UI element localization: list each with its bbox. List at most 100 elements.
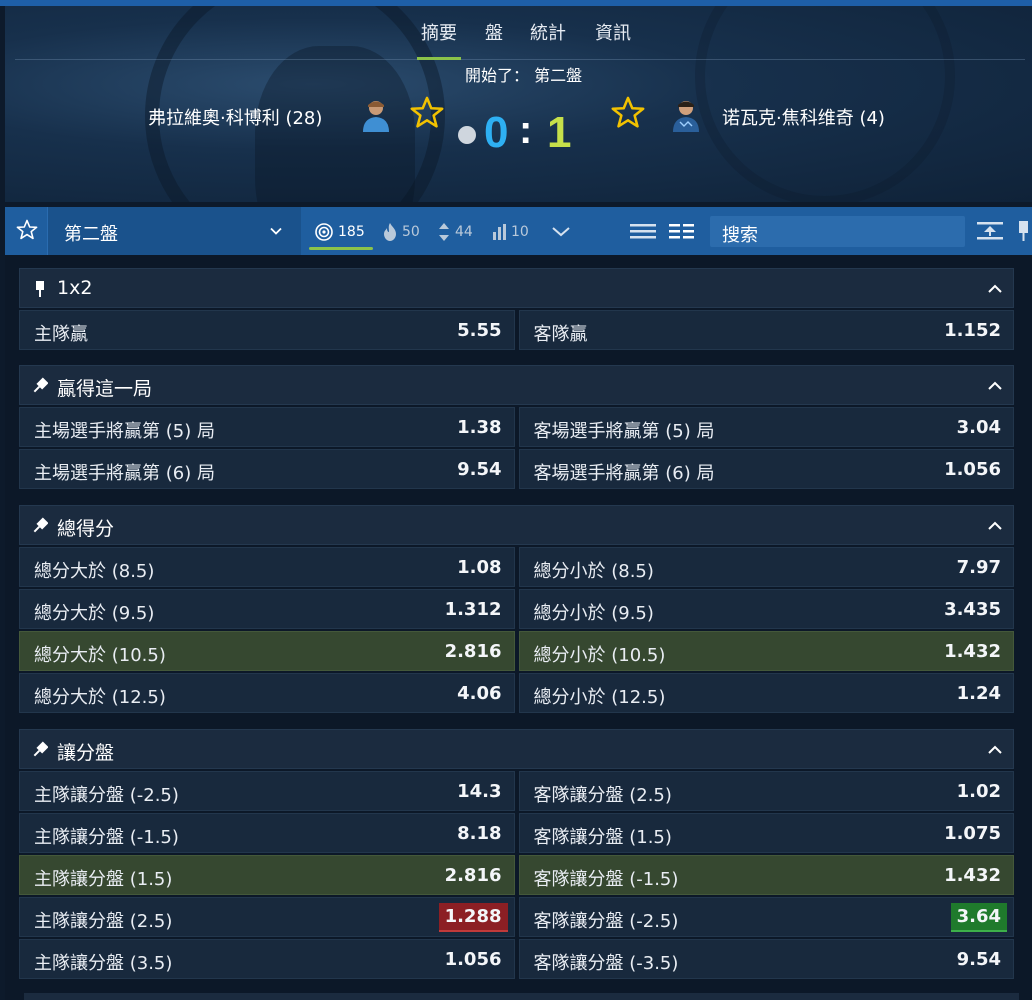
selection-label: 客隊贏 bbox=[533, 324, 588, 345]
odds-row: 主隊贏 5.55 客隊贏 1.152 bbox=[19, 308, 1014, 350]
pin-icon[interactable] bbox=[1015, 219, 1032, 243]
collapse-all-icon[interactable] bbox=[975, 219, 1005, 243]
pin-angled-icon[interactable] bbox=[32, 517, 48, 535]
tab-summary[interactable]: 摘要 bbox=[417, 24, 461, 60]
filter-popular[interactable]: 50 bbox=[382, 221, 420, 243]
odds-value-raised: 3.64 bbox=[950, 903, 1007, 932]
odds-row: 主場選手將贏第 (5) 局 1.38 客場選手將贏第 (5) 局 3.04 bbox=[19, 405, 1014, 447]
pin-angled-icon[interactable] bbox=[32, 377, 48, 395]
odds-cell[interactable]: 總分大於 (12.5) 4.06 bbox=[19, 673, 515, 713]
odds-cell[interactable]: 總分小於 (12.5) 1.24 bbox=[518, 673, 1014, 713]
list-view-icon[interactable] bbox=[628, 219, 658, 243]
odds-value: 4.06 bbox=[457, 683, 502, 704]
odds-value: 1.075 bbox=[944, 823, 1001, 844]
away-player-name: 诺瓦克·焦科维奇 (4) bbox=[722, 108, 885, 129]
target-icon bbox=[315, 223, 333, 241]
odds-cell[interactable]: 客隊讓分盤 (-2.5) 3.64 bbox=[518, 897, 1014, 937]
odds-cell[interactable]: 客隊贏 1.152 bbox=[518, 310, 1014, 350]
match-tabs: 摘要 盤 統計 資訊 bbox=[15, 24, 1025, 60]
selection-label: 總分大於 (8.5) bbox=[34, 561, 155, 582]
odds-cell[interactable]: 主場選手將贏第 (5) 局 1.38 bbox=[19, 407, 515, 447]
odds-cell[interactable]: 總分大於 (10.5) 2.816 bbox=[19, 631, 515, 671]
odds-value: 1.056 bbox=[444, 949, 502, 970]
odds-cell[interactable]: 總分大於 (8.5) 1.08 bbox=[19, 547, 515, 587]
market-header[interactable]: 贏得這一局 bbox=[19, 365, 1014, 405]
selection-label: 主隊讓分盤 (-1.5) bbox=[34, 827, 179, 848]
match-header: 摘要 盤 統計 資訊 開始了： 第二盤 弗拉維奧·科博利 (28) 0 : 1 … bbox=[5, 6, 1032, 202]
filter-handicap[interactable]: 44 bbox=[437, 221, 473, 243]
market-title: 讓分盤 bbox=[57, 742, 115, 764]
tab-sets[interactable]: 盤 bbox=[485, 24, 503, 60]
odds-value: 8.18 bbox=[457, 823, 502, 844]
updown-arrows-icon bbox=[439, 223, 449, 241]
selection-label: 主隊讓分盤 (2.5) bbox=[34, 911, 173, 932]
odds-value: 9.54 bbox=[457, 459, 502, 480]
search-placeholder: 搜索 bbox=[722, 225, 758, 246]
search-input[interactable]: 搜索 bbox=[710, 216, 965, 247]
filter-stats[interactable]: 10 bbox=[491, 221, 529, 243]
selection-label: 總分大於 (12.5) bbox=[34, 687, 166, 708]
period-select[interactable]: 第二盤 bbox=[47, 207, 301, 255]
fire-icon bbox=[384, 223, 396, 241]
market-title: 總得分 bbox=[57, 518, 115, 540]
odds-value: 1.312 bbox=[444, 599, 502, 620]
market-handicap: 讓分盤 主隊讓分盤 (-2.5) 14.3 客隊讓分盤 (2.5) 1.02 主… bbox=[19, 729, 1014, 979]
chevron-up-icon[interactable] bbox=[987, 518, 1003, 534]
odds-row: 總分大於 (12.5) 4.06 總分小於 (12.5) 1.24 bbox=[19, 671, 1014, 713]
odds-value: 1.08 bbox=[457, 557, 502, 578]
odds-cell[interactable]: 主隊讓分盤 (3.5) 1.056 bbox=[19, 939, 515, 979]
grid-view-icon[interactable] bbox=[667, 219, 697, 243]
expand-filters-chevron-icon[interactable] bbox=[550, 219, 572, 243]
market-header[interactable]: 讓分盤 bbox=[19, 729, 1014, 769]
odds-cell[interactable]: 總分小於 (9.5) 3.435 bbox=[518, 589, 1014, 629]
selection-label: 客隊讓分盤 (2.5) bbox=[533, 785, 672, 806]
odds-cell[interactable]: 主隊贏 5.55 bbox=[19, 310, 515, 350]
pin-angled-icon[interactable] bbox=[32, 741, 48, 759]
chevron-up-icon[interactable] bbox=[987, 378, 1003, 394]
odds-cell[interactable]: 客隊讓分盤 (2.5) 1.02 bbox=[518, 771, 1014, 811]
favorite-away-star-icon[interactable] bbox=[609, 94, 647, 132]
pin-icon[interactable] bbox=[32, 280, 48, 298]
filter-all-markets[interactable]: 185 bbox=[314, 221, 365, 243]
market-title: 贏得這一局 bbox=[57, 378, 153, 400]
filter-count: 44 bbox=[455, 224, 473, 240]
odds-cell[interactable]: 主隊讓分盤 (1.5) 2.816 bbox=[19, 855, 515, 895]
selection-label: 主隊讓分盤 (-2.5) bbox=[34, 785, 179, 806]
market-1x2: 1x2 主隊贏 5.55 客隊贏 1.152 bbox=[19, 268, 1014, 350]
selection-label: 總分大於 (9.5) bbox=[34, 603, 155, 624]
market-header[interactable]: 1x2 bbox=[19, 268, 1014, 308]
chevron-up-icon[interactable] bbox=[987, 281, 1003, 297]
selection-label: 客場選手將贏第 (6) 局 bbox=[533, 463, 715, 484]
favorite-star-icon[interactable] bbox=[15, 218, 39, 242]
market-total-points: 總得分 總分大於 (8.5) 1.08 總分小於 (8.5) 7.97 總分大於… bbox=[19, 505, 1014, 713]
score-away: 1 bbox=[547, 108, 572, 157]
odds-cell[interactable]: 主隊讓分盤 (-1.5) 8.18 bbox=[19, 813, 515, 853]
tab-info[interactable]: 資訊 bbox=[595, 24, 631, 60]
odds-cell[interactable]: 總分大於 (9.5) 1.312 bbox=[19, 589, 515, 629]
markets-toolbar: 第二盤 185 50 44 10 搜索 bbox=[5, 207, 1032, 255]
odds-value: 5.55 bbox=[457, 320, 502, 341]
chevron-up-icon[interactable] bbox=[987, 742, 1003, 758]
tab-stats[interactable]: 統計 bbox=[530, 24, 566, 60]
selection-label: 總分小於 (10.5) bbox=[533, 645, 666, 666]
selection-label: 客隊讓分盤 (-3.5) bbox=[533, 953, 679, 974]
odds-cell[interactable]: 主場選手將贏第 (6) 局 9.54 bbox=[19, 449, 515, 489]
odds-cell[interactable]: 客場選手將贏第 (5) 局 3.04 bbox=[518, 407, 1014, 447]
filter-count: 10 bbox=[511, 224, 529, 240]
market-header[interactable]: 總得分 bbox=[19, 505, 1014, 545]
selection-label: 客隊讓分盤 (-2.5) bbox=[533, 911, 679, 932]
odds-cell[interactable]: 總分小於 (10.5) 1.432 bbox=[518, 631, 1014, 671]
odds-cell[interactable]: 客場選手將贏第 (6) 局 1.056 bbox=[518, 449, 1014, 489]
odds-cell[interactable]: 客隊讓分盤 (1.5) 1.075 bbox=[518, 813, 1014, 853]
tennis-ball-icon bbox=[458, 126, 476, 144]
favorite-home-star-icon[interactable] bbox=[408, 94, 446, 132]
odds-value: 7.97 bbox=[956, 557, 1001, 578]
odds-cell[interactable]: 主隊讓分盤 (2.5) 1.288 bbox=[19, 897, 515, 937]
odds-cell[interactable]: 客隊讓分盤 (-3.5) 9.54 bbox=[518, 939, 1014, 979]
selection-label: 主隊讓分盤 (1.5) bbox=[34, 869, 173, 890]
selection-label: 主場選手將贏第 (6) 局 bbox=[34, 463, 215, 484]
away-player-avatar bbox=[673, 101, 699, 132]
odds-cell[interactable]: 總分小於 (8.5) 7.97 bbox=[518, 547, 1014, 587]
odds-cell[interactable]: 客隊讓分盤 (-1.5) 1.432 bbox=[518, 855, 1014, 895]
odds-cell[interactable]: 主隊讓分盤 (-2.5) 14.3 bbox=[19, 771, 515, 811]
